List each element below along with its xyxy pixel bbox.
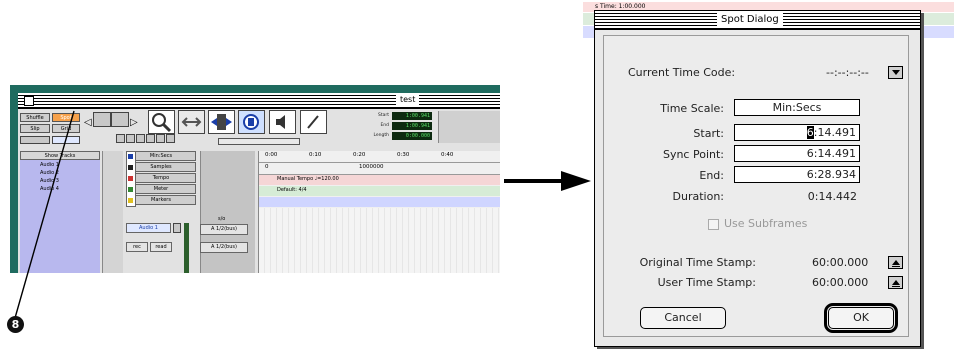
time-scale-popup[interactable]: Min:Secs	[734, 99, 860, 116]
duration-label: Duration:	[672, 190, 724, 203]
start-field-rest: :14.491	[813, 126, 856, 139]
ok-button[interactable]: OK	[824, 303, 898, 333]
spot-dialog-titlebar[interactable]: Spot Dialog	[595, 11, 920, 30]
end-field[interactable]: 6:28.934	[734, 166, 860, 183]
original-time-stamp-value: 60:00.000	[812, 256, 869, 269]
duration-value: 0:14.442	[807, 190, 857, 203]
user-time-stamp-button[interactable]	[888, 276, 903, 289]
spot-dialog-body: Current Time Code: --:--:--:-- Time Scal…	[603, 35, 909, 337]
time-scale-label: Time Scale:	[660, 102, 724, 115]
callout-leader-line	[14, 110, 75, 319]
callout-number-badge: 8	[7, 316, 24, 333]
spot-dialog: Spot Dialog Current Time Code: --:--:--:…	[594, 10, 921, 347]
user-time-stamp-value: 60:00.000	[812, 276, 869, 289]
original-time-stamp-label: Original Time Stamp:	[639, 256, 756, 269]
original-time-stamp-button[interactable]	[888, 256, 903, 269]
start-label: Start:	[693, 127, 724, 140]
start-field[interactable]: 6:14.491	[734, 124, 860, 141]
start-field-selection: 6	[806, 126, 814, 139]
end-label: End:	[699, 169, 724, 182]
use-subframes-label: Use Subframes	[724, 217, 808, 230]
sync-point-label: Sync Point:	[662, 148, 724, 161]
cancel-button[interactable]: Cancel	[640, 307, 726, 329]
current-time-code-value: --:--:--:--	[826, 66, 869, 79]
user-time-stamp-label: User Time Stamp:	[657, 276, 756, 289]
current-time-code-label: Current Time Code:	[628, 66, 736, 79]
current-time-code-popup[interactable]	[888, 66, 903, 79]
flow-arrow-head	[561, 171, 591, 191]
use-subframes-checkbox[interactable]	[708, 219, 719, 230]
spot-dialog-title: Spot Dialog	[717, 11, 783, 28]
sync-point-field[interactable]: 6:14.491	[734, 145, 860, 162]
